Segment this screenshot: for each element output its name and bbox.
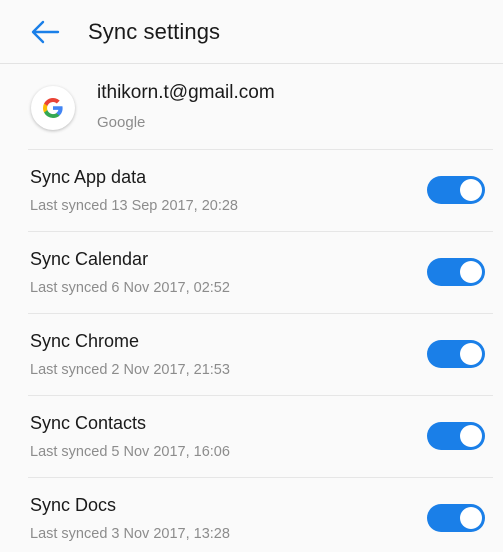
toggle-knob: [460, 179, 482, 201]
sync-item-last-synced: Last synced 2 Nov 2017, 21:53: [30, 362, 230, 378]
sync-toggle[interactable]: [427, 176, 485, 204]
sync-item-contacts[interactable]: Sync Contacts Last synced 5 Nov 2017, 16…: [0, 396, 503, 478]
sync-item-docs[interactable]: Sync Docs Last synced 3 Nov 2017, 13:28: [0, 478, 503, 552]
sync-list: Sync App data Last synced 13 Sep 2017, 2…: [0, 150, 503, 552]
app-bar: Sync settings: [0, 0, 503, 64]
sync-toggle[interactable]: [427, 504, 485, 532]
account-email: ithikorn.t@gmail.com: [97, 82, 275, 103]
back-button[interactable]: [28, 16, 62, 48]
sync-item-label: Sync Docs: [30, 495, 117, 515]
toggle-knob: [460, 425, 482, 447]
sync-item-label: Sync Contacts: [30, 413, 147, 433]
sync-toggle[interactable]: [427, 258, 485, 286]
sync-item-last-synced: Last synced 5 Nov 2017, 16:06: [30, 444, 230, 460]
sync-toggle[interactable]: [427, 422, 485, 450]
sync-settings-screen: Sync settings ithikorn.t@gmail.com Googl…: [0, 0, 503, 552]
account-row[interactable]: ithikorn.t@gmail.com Google: [0, 64, 503, 150]
sync-item-label: Sync Chrome: [30, 331, 140, 351]
sync-toggle[interactable]: [427, 340, 485, 368]
toggle-knob: [460, 343, 482, 365]
avatar: [31, 86, 75, 130]
sync-item-last-synced: Last synced 6 Nov 2017, 02:52: [30, 280, 230, 296]
sync-item-chrome[interactable]: Sync Chrome Last synced 2 Nov 2017, 21:5…: [0, 314, 503, 396]
sync-item-app-data[interactable]: Sync App data Last synced 13 Sep 2017, 2…: [0, 150, 503, 232]
google-g-icon: [42, 98, 63, 119]
sync-item-label: Sync App data: [30, 167, 147, 187]
sync-item-last-synced: Last synced 13 Sep 2017, 20:28: [30, 198, 238, 214]
sync-item-label: Sync Calendar: [30, 249, 149, 269]
page-title: Sync settings: [88, 19, 221, 44]
toggle-knob: [460, 507, 482, 529]
arrow-left-icon: [31, 20, 60, 44]
toggle-knob: [460, 261, 482, 283]
sync-item-last-synced: Last synced 3 Nov 2017, 13:28: [30, 526, 230, 542]
sync-item-calendar[interactable]: Sync Calendar Last synced 6 Nov 2017, 02…: [0, 232, 503, 314]
account-type: Google: [97, 114, 146, 131]
